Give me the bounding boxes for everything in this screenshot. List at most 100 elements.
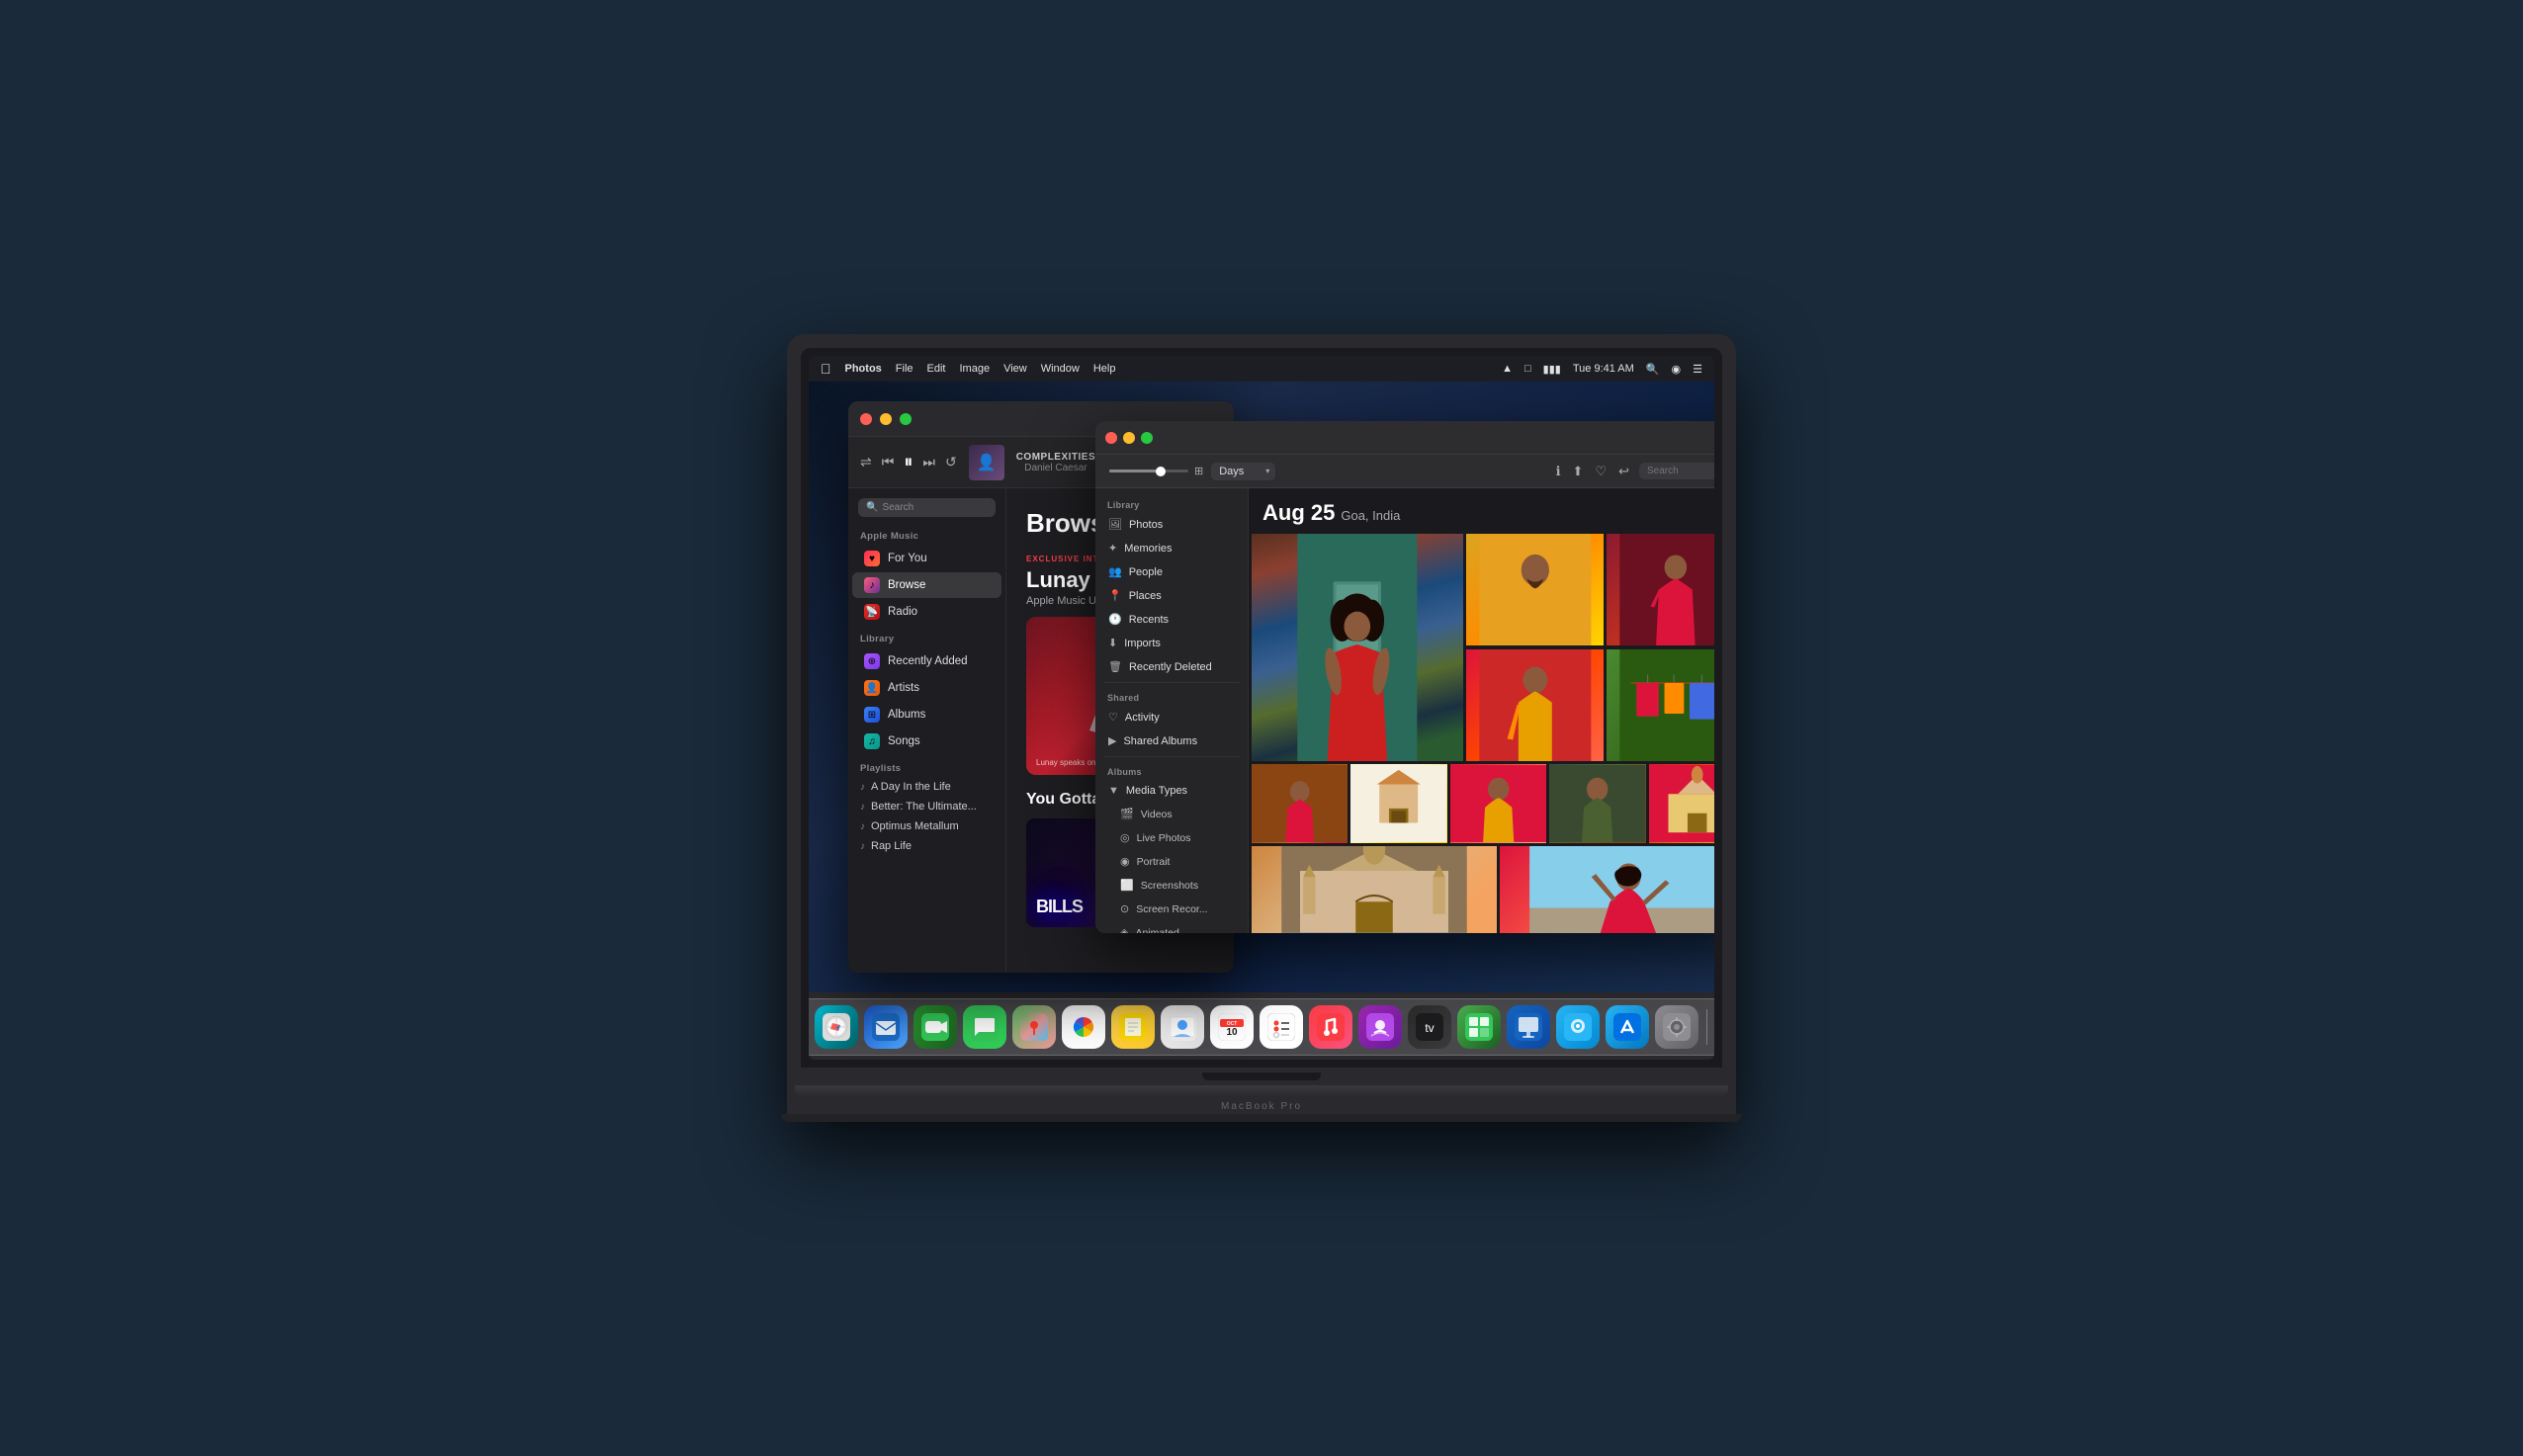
photos-sidebar-imports[interactable]: ⬇ Imports: [1098, 632, 1245, 654]
photos-sidebar-screenshots[interactable]: ⬜ Screenshots: [1098, 874, 1245, 897]
days-dropdown[interactable]: Days Months Years: [1211, 463, 1275, 480]
photos-sidebar-people[interactable]: 👥 People: [1098, 560, 1245, 583]
photos-sidebar-memories[interactable]: ✦ Memories: [1098, 537, 1245, 559]
photo-row2-1[interactable]: [1252, 764, 1348, 843]
control-center-icon[interactable]: ☰: [1693, 363, 1702, 376]
media-types-label: Media Types: [1126, 785, 1187, 797]
activity-icon: ♡: [1108, 711, 1118, 724]
activity-label: Activity: [1125, 712, 1160, 724]
photo-row2-2[interactable]: [1350, 764, 1446, 843]
photo-row2-3[interactable]: [1450, 764, 1546, 843]
photos-grid: Aug 25 Goa, India ⋯: [1249, 488, 1714, 933]
playlist-optimus[interactable]: ♪ Optimus Metallum: [848, 816, 1005, 836]
siri-icon[interactable]: ◉: [1672, 363, 1682, 376]
dock-appletv[interactable]: tv: [1408, 1005, 1451, 1049]
menu-bar-right: ▲ □ ▮▮▮ Tue 9:41 AM 🔍 ◉ ☰: [1502, 363, 1702, 376]
dock-music[interactable]: [1309, 1005, 1352, 1049]
photos-close-button[interactable]: [1105, 432, 1117, 444]
photos-sidebar-activity[interactable]: ♡ Activity: [1098, 706, 1245, 728]
pause-button[interactable]: ⏸: [904, 452, 913, 472]
minimize-button[interactable]: [880, 413, 892, 425]
menu-file[interactable]: File: [896, 363, 914, 375]
photo-row2-4[interactable]: [1549, 764, 1645, 843]
sidebar-item-albums[interactable]: ⊞ Albums: [852, 702, 1001, 728]
apple-logo-icon[interactable]: : [821, 361, 831, 377]
dock-facetime[interactable]: [914, 1005, 957, 1049]
photo-row2-5[interactable]: [1649, 764, 1714, 843]
photos-sidebar-screen-rec[interactable]: ⊙ Screen Recor...: [1098, 898, 1245, 920]
playlist-rap-life[interactable]: ♪ Rap Life: [848, 836, 1005, 856]
sidebar-item-for-you[interactable]: ♥ For You: [852, 546, 1001, 571]
search-menubar-icon[interactable]: 🔍: [1646, 363, 1660, 376]
dock-notes[interactable]: [1111, 1005, 1155, 1049]
dock-iphoto[interactable]: [1556, 1005, 1600, 1049]
repeat-button[interactable]: ↺: [945, 454, 957, 471]
music-search-wrap[interactable]: 🔍 Search: [858, 498, 996, 517]
photos-sidebar-photos[interactable]: 🖼 Photos: [1098, 513, 1245, 536]
sidebar-item-recently-added[interactable]: ⊕ Recently Added: [852, 648, 1001, 674]
photo-row3-1[interactable]: [1252, 846, 1497, 933]
playlist-a-day[interactable]: ♪ A Day In the Life: [848, 777, 1005, 797]
dock-calendar[interactable]: OCT 10: [1210, 1005, 1254, 1049]
photos-sidebar-places[interactable]: 📍 Places: [1098, 584, 1245, 607]
photo-mid-right-1[interactable]: [1466, 649, 1605, 761]
shuffle-button[interactable]: ⇌: [860, 454, 872, 471]
photo-man-yellow[interactable]: [1466, 534, 1605, 645]
photo-woman-red[interactable]: [1252, 534, 1463, 761]
heart-button[interactable]: ♡: [1593, 462, 1609, 481]
screenshots-icon: ⬜: [1120, 879, 1134, 892]
menu-edit[interactable]: Edit: [927, 363, 946, 375]
info-button[interactable]: ℹ: [1554, 462, 1563, 481]
dock-messages[interactable]: [963, 1005, 1006, 1049]
for-you-label: For You: [888, 553, 927, 564]
photos-search-input[interactable]: [1639, 463, 1714, 479]
people-label: People: [1129, 566, 1163, 578]
photos-sidebar-portrait[interactable]: ◉ Portrait: [1098, 850, 1245, 873]
share-button[interactable]: ⬆: [1571, 462, 1586, 481]
next-button[interactable]: ⏭: [922, 454, 935, 471]
photos-sidebar-animated[interactable]: ◈ Animated: [1098, 921, 1245, 933]
apple-music-section-label: Apple Music: [848, 523, 1005, 545]
dock-maps[interactable]: [1012, 1005, 1056, 1049]
photos-sidebar: Library 🖼 Photos ✦ Memories: [1095, 488, 1249, 933]
photo-row3-2[interactable]: [1500, 846, 1714, 933]
photos-zoom-button[interactable]: [1141, 432, 1153, 444]
dock-appstore[interactable]: [1606, 1005, 1649, 1049]
zoom-button[interactable]: [900, 413, 912, 425]
photos-sidebar-live-photos[interactable]: ◎ Live Photos: [1098, 826, 1245, 849]
sidebar-item-artists[interactable]: 👤 Artists: [852, 675, 1001, 701]
prev-button[interactable]: ⏮: [882, 454, 895, 471]
photos-sidebar-recently-deleted[interactable]: 🗑 Recently Deleted: [1098, 655, 1245, 678]
menu-view[interactable]: View: [1003, 363, 1027, 375]
dock-safari[interactable]: [815, 1005, 858, 1049]
photo-woman-sari[interactable]: [1607, 534, 1714, 645]
dock-mail[interactable]: [864, 1005, 908, 1049]
close-button[interactable]: [860, 413, 872, 425]
sidebar-item-songs[interactable]: ♫ Songs: [852, 728, 1001, 754]
photo-grid-row2: [1249, 764, 1714, 843]
menu-image[interactable]: Image: [959, 363, 990, 375]
menu-help[interactable]: Help: [1093, 363, 1116, 375]
photos-sidebar-recents[interactable]: 🕐 Recents: [1098, 608, 1245, 631]
dock-numbers[interactable]: [1457, 1005, 1501, 1049]
dock-photos[interactable]: [1062, 1005, 1105, 1049]
sidebar-item-browse[interactable]: ♪ Browse: [852, 572, 1001, 598]
dock-contacts[interactable]: [1161, 1005, 1204, 1049]
days-dropdown-wrap[interactable]: Days Months Years ▾: [1211, 463, 1275, 480]
menu-window[interactable]: Window: [1041, 363, 1080, 375]
photos-sidebar-media-types[interactable]: ▼ Media Types: [1098, 780, 1245, 802]
menu-photos[interactable]: Photos: [845, 363, 882, 375]
dock-podcasts[interactable]: [1358, 1005, 1402, 1049]
sidebar-item-radio[interactable]: 📡 Radio: [852, 599, 1001, 625]
track-artist: Daniel Caesar: [1016, 463, 1095, 473]
photo-mid-right-2[interactable]: [1607, 649, 1714, 761]
dock-sysprefs[interactable]: [1655, 1005, 1698, 1049]
zoom-slider[interactable]: [1109, 470, 1188, 472]
photos-minimize-button[interactable]: [1123, 432, 1135, 444]
playlist-better[interactable]: ♪ Better: The Ultimate...: [848, 797, 1005, 816]
dock-reminders[interactable]: [1260, 1005, 1303, 1049]
photos-sidebar-videos[interactable]: 🎬 Videos: [1098, 803, 1245, 825]
photos-sidebar-shared-albums[interactable]: ▶ Shared Albums: [1098, 729, 1245, 752]
dock-keynote[interactable]: [1507, 1005, 1550, 1049]
rotate-button[interactable]: ↩: [1616, 462, 1631, 481]
